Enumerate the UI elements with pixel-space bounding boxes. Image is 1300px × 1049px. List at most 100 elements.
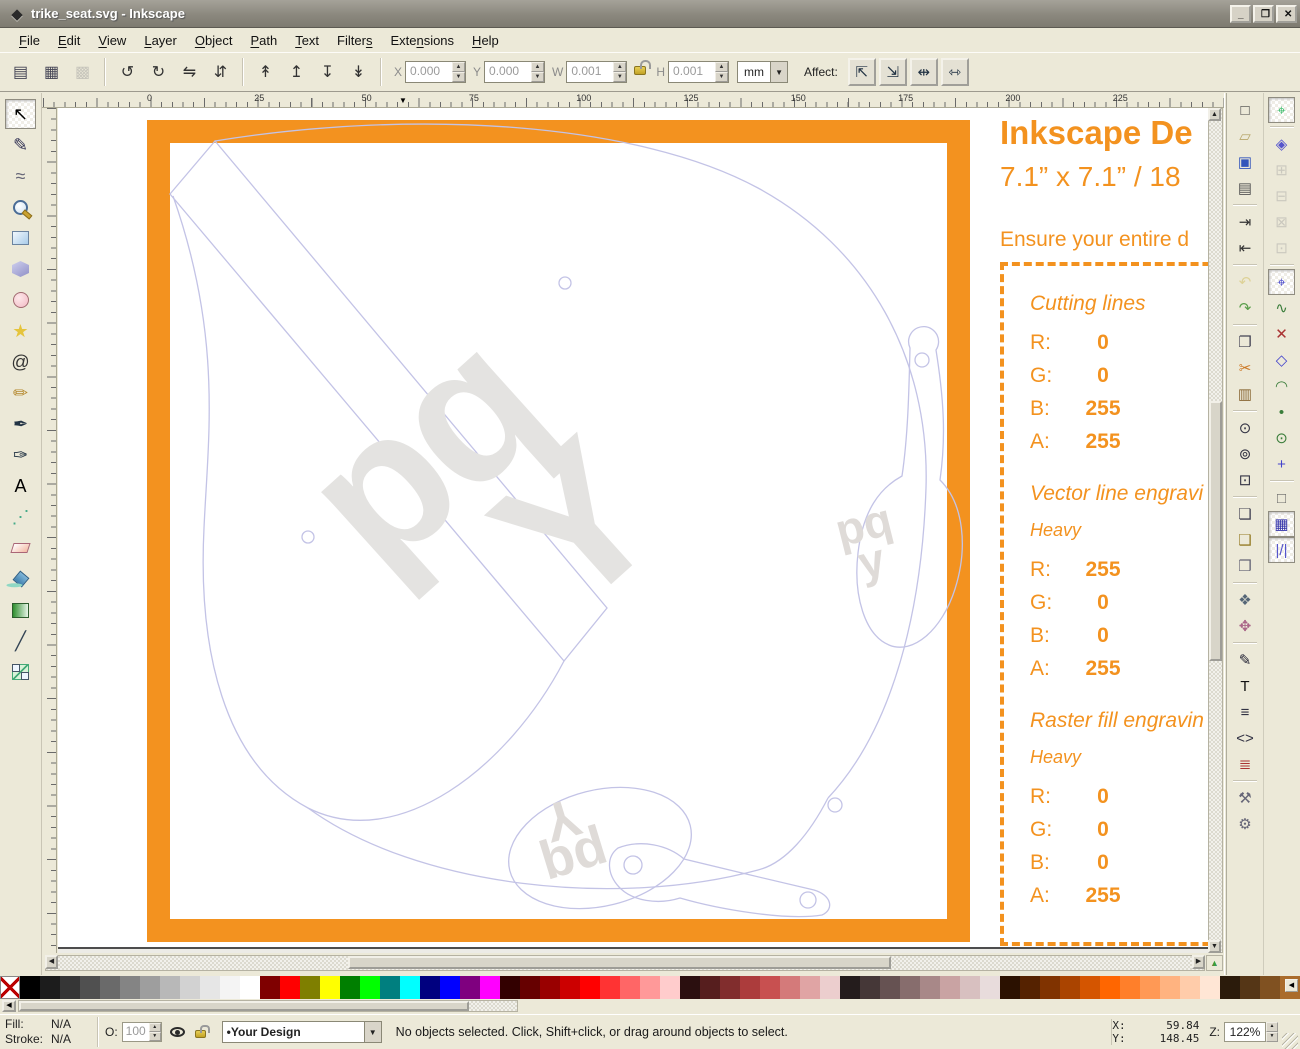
menu-filters[interactable]: Filters (328, 31, 381, 50)
box3d-tool[interactable] (5, 254, 36, 284)
w-field-spin-buttons[interactable]: ▲ ▼ (613, 62, 627, 82)
color-swatch[interactable] (1260, 976, 1280, 999)
snap-rotation-center-button[interactable]: + (1268, 451, 1295, 477)
pen-tool[interactable]: ✒ (5, 409, 36, 439)
color-swatch[interactable] (640, 976, 660, 999)
selector-tool[interactable]: ↖ (5, 99, 36, 129)
flip-horizontal-button[interactable]: ⇋ (175, 58, 204, 87)
text-dialog-button[interactable]: T (1232, 673, 1259, 699)
swatch-none[interactable] (0, 976, 20, 999)
layer-lock-icon[interactable] (194, 1025, 210, 1038)
node-tool[interactable]: ✎ (5, 130, 36, 160)
color-swatch[interactable] (780, 976, 800, 999)
raise-button[interactable]: ↥ (282, 58, 311, 87)
color-swatch[interactable] (540, 976, 560, 999)
zoom-stepper[interactable]: 122% ▲ ▼ (1224, 1022, 1278, 1042)
fill-stroke-indicator[interactable]: Fill: N/A Stroke: N/A (2, 1017, 91, 1047)
menu-text[interactable]: Text (286, 31, 328, 50)
x-field-input[interactable]: 0.000 ▲ ▼ (405, 61, 467, 83)
horizontal-ruler[interactable]: 0 25 50 75 100 125 150 175 200 225 ▼ (42, 93, 1224, 108)
cut-button[interactable]: ✂ (1232, 355, 1259, 381)
color-swatch[interactable] (480, 976, 500, 999)
x-field-spin-buttons[interactable]: ▲ ▼ (452, 62, 466, 82)
color-swatch[interactable] (1000, 976, 1020, 999)
tweak-tool[interactable]: ≈ (5, 161, 36, 191)
import-button[interactable]: ⇥ (1232, 209, 1259, 235)
canvas[interactable]: pq Y pq y pq Y Inkscape De 7.1” x 7.1” / 18… (58, 108, 1208, 953)
color-swatch[interactable] (840, 976, 860, 999)
color-swatch[interactable] (820, 976, 840, 999)
menu-path[interactable]: Path (241, 31, 286, 50)
lock-ratio-icon[interactable] (634, 60, 652, 75)
color-swatch[interactable] (920, 976, 940, 999)
ungroup-button[interactable]: ✥ (1232, 613, 1259, 639)
color-swatch[interactable] (280, 976, 300, 999)
palette-scrollbar-left-icon[interactable]: ◀ (2, 1000, 16, 1012)
color-swatch[interactable] (180, 976, 200, 999)
layers-dialog-button[interactable]: ≡ (1232, 699, 1259, 725)
color-swatch[interactable] (80, 976, 100, 999)
y-field-spin-buttons[interactable]: ▲ ▼ (531, 62, 545, 82)
affect-transform-button[interactable]: ⇲ (878, 58, 907, 86)
color-swatch[interactable] (460, 976, 480, 999)
menu-extensions[interactable]: Extensions (381, 31, 463, 50)
color-swatch[interactable] (500, 976, 520, 999)
zoom-tool[interactable] (5, 192, 36, 222)
color-swatch[interactable] (600, 976, 620, 999)
select-all-layers-button[interactable]: ▦ (37, 58, 66, 87)
color-swatch[interactable] (120, 976, 140, 999)
color-swatch[interactable] (900, 976, 920, 999)
color-swatch[interactable] (340, 976, 360, 999)
lower-button[interactable]: ↧ (313, 58, 342, 87)
document-properties-button[interactable]: ⚙ (1232, 811, 1259, 837)
fill-stroke-button[interactable]: ✎ (1232, 647, 1259, 673)
preferences-button[interactable]: ⚒ (1232, 785, 1259, 811)
y-field-input[interactable]: 0.000 ▲ ▼ (484, 61, 546, 83)
color-swatch[interactable] (620, 976, 640, 999)
color-swatch[interactable] (1040, 976, 1060, 999)
palette-scroll-left-icon[interactable]: ◀ (1285, 979, 1298, 992)
snap-paths-button[interactable]: ∿ (1268, 295, 1295, 321)
color-swatch[interactable] (1220, 976, 1240, 999)
palette-scrollbar-thumb[interactable] (19, 1001, 469, 1011)
affect-move-button[interactable]: ⇱ (847, 58, 876, 86)
h-field-input[interactable]: 0.001 ▲ ▼ (668, 61, 730, 83)
open-document-button[interactable]: ▱ (1232, 123, 1259, 149)
zoom-spin-buttons[interactable]: ▲ ▼ (1266, 1022, 1278, 1042)
color-swatch[interactable] (1120, 976, 1140, 999)
spin-up-icon[interactable]: ▲ (452, 62, 466, 72)
opacity-spin-buttons[interactable]: ▲ ▼ (148, 1023, 161, 1041)
pencil-tool[interactable]: ✏ (5, 378, 36, 408)
spin-down-icon[interactable]: ▼ (715, 72, 729, 82)
zoom-selection-button[interactable]: ⊙ (1232, 415, 1259, 441)
menu-edit[interactable]: Edit (49, 31, 89, 50)
color-swatch[interactable] (1100, 976, 1120, 999)
color-swatch[interactable] (260, 976, 280, 999)
color-swatch[interactable] (380, 976, 400, 999)
color-swatch[interactable] (360, 976, 380, 999)
opacity-stepper[interactable]: 100 ▲ ▼ (121, 1022, 162, 1042)
spin-down-icon[interactable]: ▼ (1266, 1032, 1278, 1042)
color-swatch[interactable] (880, 976, 900, 999)
horizontal-scrollbar[interactable]: ◀ ▶ (45, 955, 1205, 971)
horizontal-scrollbar-thumb[interactable] (348, 956, 891, 969)
menu-help[interactable]: Help (463, 31, 508, 50)
raise-to-top-button[interactable]: ↟ (251, 58, 280, 87)
color-swatch[interactable] (940, 976, 960, 999)
layer-chevron-down-icon[interactable]: ▼ (363, 1022, 381, 1042)
vertical-ruler[interactable] (42, 108, 57, 953)
new-document-button[interactable]: □ (1232, 97, 1259, 123)
gradient-tool[interactable] (5, 595, 36, 625)
zoom-drawing-button[interactable]: ⊚ (1232, 441, 1259, 467)
layer-selector[interactable]: •Your Design ▼ (221, 1021, 382, 1043)
deselect-button[interactable]: ▩ (68, 58, 97, 87)
paste-button[interactable]: ▥ (1232, 381, 1259, 407)
lower-to-bottom-button[interactable]: ↡ (344, 58, 373, 87)
unit-select[interactable]: mm ▼ (737, 61, 789, 83)
color-swatch[interactable] (800, 976, 820, 999)
snap-guides-button[interactable]: |/| (1268, 537, 1295, 563)
vertical-scrollbar-thumb[interactable] (1209, 401, 1222, 661)
vertical-scrollbar[interactable]: ▲ ▼ (1208, 108, 1223, 953)
unlink-clone-button[interactable]: ❒ (1232, 553, 1259, 579)
color-swatch[interactable] (400, 976, 420, 999)
